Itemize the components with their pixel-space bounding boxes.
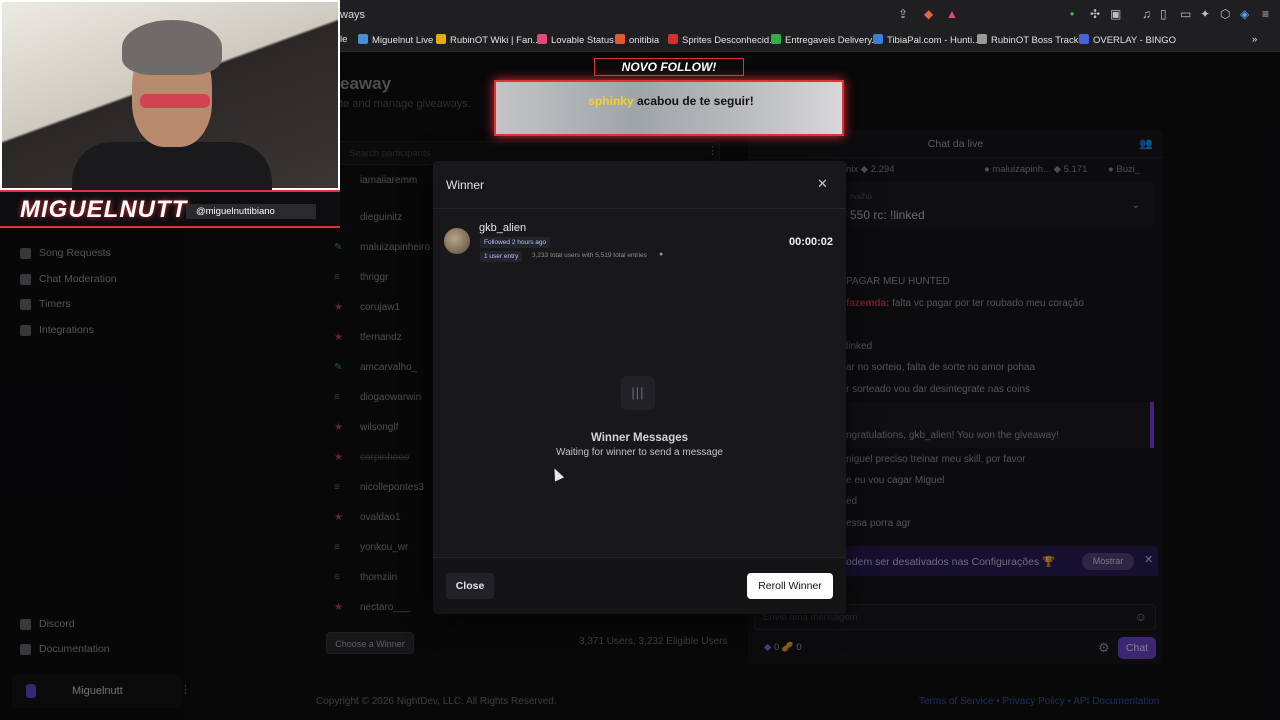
bookmark-favicon-icon [436, 34, 446, 44]
modal-title: Winner [446, 178, 485, 192]
bookmark-favicon-icon [873, 34, 883, 44]
bookmark[interactable]: RubinOT Boss Tracker [977, 34, 1087, 46]
webcam-person-hair [122, 20, 222, 75]
winner-messages-title: Winner Messages [590, 432, 689, 444]
divider [433, 208, 846, 209]
webcam-person-body [72, 142, 272, 190]
bookmark[interactable]: le [340, 34, 347, 45]
bookmark[interactable]: OVERLAY - BINGO [1079, 34, 1176, 46]
layers-icon[interactable]: ◈ [1240, 7, 1249, 21]
extension-dot-icon[interactable]: • [1070, 7, 1074, 21]
bookmark-favicon-icon [537, 34, 547, 44]
avatar [444, 228, 470, 254]
bookmark[interactable]: onitibia [615, 34, 659, 46]
info-icon[interactable]: ● [659, 251, 663, 258]
bookmark[interactable]: Lovable Status [537, 34, 614, 46]
bookmark-favicon-icon [977, 34, 987, 44]
webcam-nameplate: MIGUELNUTT @miguelnuttibiano [0, 190, 340, 228]
brave-shield-icon[interactable]: ◆ [924, 7, 933, 21]
rewards-icon[interactable]: ▲ [946, 7, 958, 21]
wallet-icon[interactable]: ▭ [1180, 7, 1191, 21]
streamer-name: MIGUELNUTT [20, 196, 188, 223]
winner-timer: 00:00:02 [789, 236, 834, 248]
sidebar-icon[interactable]: ▯ [1160, 7, 1167, 21]
followed-badge: Followed 2 hours ago [480, 237, 551, 248]
winner-modal: Winner ✕ gkb_alien Followed 2 hours ago … [433, 161, 846, 614]
music-icon[interactable]: ♫ [1142, 7, 1151, 21]
close-button[interactable]: Close [446, 573, 494, 599]
message-empty-icon: ||| [621, 376, 655, 410]
vpn-icon[interactable]: ⬡ [1220, 7, 1230, 21]
modal-footer: Close Reroll Winner [433, 557, 846, 614]
bookmark-favicon-icon [1079, 34, 1089, 44]
tab-icon[interactable]: ▣ [1110, 7, 1121, 21]
bookmark-favicon-icon [615, 34, 625, 44]
winner-messages-status: Waiting for winner to send a message [556, 447, 723, 458]
webcam-person-glasses [140, 94, 210, 108]
webcam-feed [0, 0, 340, 190]
bookmarks-more-button[interactable]: » [1252, 34, 1257, 45]
close-icon[interactable]: ✕ [817, 176, 828, 192]
bookmark[interactable]: RubinOT Wiki | Fan... [436, 34, 540, 46]
url-bar[interactable]: ways [340, 9, 365, 21]
leo-icon[interactable]: ✦ [1200, 7, 1210, 21]
menu-icon[interactable]: ≡ [1262, 7, 1269, 21]
follow-alert-label: NOVO FOLLOW! [594, 58, 744, 76]
streamer-handle: @miguelnuttibiano [186, 204, 316, 219]
bookmark-favicon-icon [668, 34, 678, 44]
bookmark-favicon-icon [358, 34, 368, 44]
reroll-winner-button[interactable]: Reroll Winner [747, 573, 833, 599]
bookmark[interactable]: Sprites Desconhecid... [668, 34, 777, 46]
screen: ways ⇪ ◆ ▲ • ✣ ▣ ♫ ▯ ▭ ✦ ⬡ ◈ ≡ le Miguel… [0, 0, 1280, 720]
follow-alert-text: sphinky acabou de te seguir! [588, 94, 754, 108]
extensions-icon[interactable]: ✣ [1090, 7, 1100, 21]
winner-name: gkb_alien [479, 222, 527, 234]
bookmark[interactable]: Miguelnut Live [358, 34, 433, 46]
follow-alert-banner: sphinky acabou de te seguir! [494, 80, 844, 136]
bookmark[interactable]: TibiaPal.com - Hunti... [873, 34, 980, 46]
follow-alert: NOVO FOLLOW! sphinky acabou de te seguir… [494, 58, 844, 138]
entries-badge: 1 user entry [480, 251, 523, 262]
share-icon[interactable]: ⇪ [898, 7, 908, 21]
bookmark[interactable]: Entregaveis Delivery... [771, 34, 879, 46]
bookmark-favicon-icon [771, 34, 781, 44]
entries-info: 3,233 total users with 5,519 total entri… [532, 252, 647, 259]
